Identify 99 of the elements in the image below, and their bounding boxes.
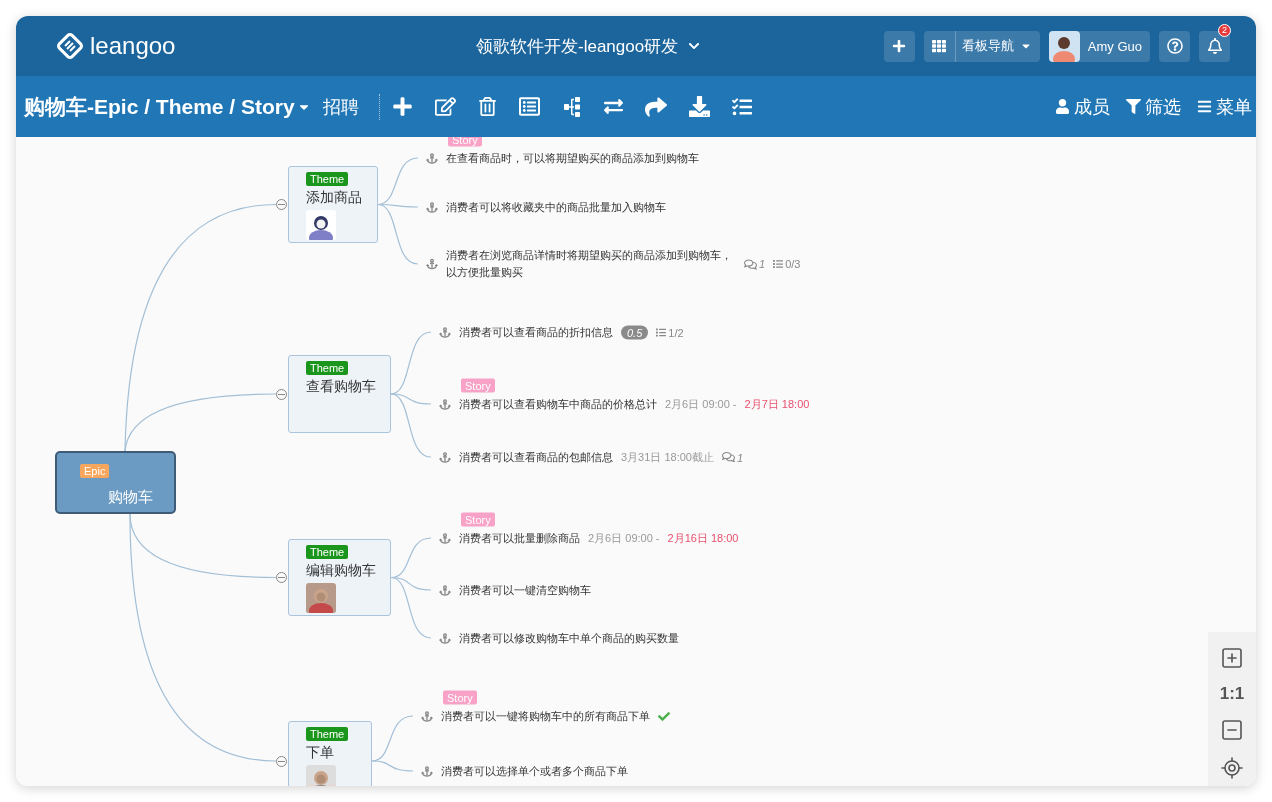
comment-count: 1 [759, 258, 766, 270]
theme-node[interactable]: Theme 下单 [288, 721, 372, 786]
collapse-toggle[interactable] [276, 572, 287, 583]
story-text: 消费者可以查看商品的折扣信息 [459, 324, 613, 340]
theme-tag: Theme [306, 172, 349, 186]
anchor-icon [439, 398, 451, 410]
plus-icon[interactable] [391, 96, 413, 117]
anchor-icon [426, 201, 438, 213]
locate-icon[interactable] [1220, 756, 1244, 780]
checklist-count: 1/2 [668, 326, 684, 338]
menu-button[interactable]: 菜单 [1197, 94, 1252, 119]
story-tag: Story [461, 378, 495, 393]
theme-node[interactable]: Theme 查看购物车 [288, 355, 391, 433]
chevron-icon[interactable] [688, 40, 701, 52]
story-row[interactable]: 消费者可以将收藏夹中的商品批量加入购物车 [426, 198, 666, 216]
theme-tag: Theme [306, 361, 349, 375]
notification-badge: 2 [1218, 23, 1231, 37]
add-button[interactable] [883, 30, 915, 62]
checklist-icon [656, 327, 667, 337]
start-date: 2月6日 09:00 - [665, 396, 737, 412]
story-tag: Story [443, 690, 477, 705]
help-icon [1166, 38, 1183, 54]
anchor-icon [439, 326, 451, 338]
story-text: 消费者可以一键将购物车中的所有商品下单 [441, 708, 650, 724]
theme-title: 下单 [306, 744, 334, 762]
anchor-icon [426, 152, 438, 164]
swap-icon[interactable] [603, 97, 623, 116]
theme-title: 编辑购物车 [306, 562, 376, 580]
theme-node[interactable]: Theme 添加商品 [288, 166, 378, 243]
zoom-ratio[interactable]: 1:1 [1219, 684, 1245, 704]
tree-icon[interactable] [561, 96, 582, 117]
theme-tag: Theme [306, 727, 349, 741]
due-date: 2月7日 18:00 [744, 396, 810, 412]
due-date: 2月16日 18:00 [667, 530, 739, 546]
user-button[interactable]: Amy Guo [1048, 30, 1150, 62]
anchor-icon [426, 258, 438, 270]
checklist-icon [773, 259, 784, 269]
zoom-out-icon[interactable] [1220, 718, 1244, 742]
story-row[interactable]: 消费者可以查看商品的包邮信息 3月31日 18:00截止 1 [439, 448, 744, 466]
story-text: 消费者可以修改购物车中单个商品的购买数量 [459, 630, 679, 646]
logo-icon [56, 32, 84, 60]
board-tag: 招聘 [322, 94, 359, 119]
logo-text: leangoo [90, 32, 176, 60]
filter-button[interactable]: 筛选 [1126, 94, 1181, 119]
share-icon[interactable] [644, 95, 667, 118]
checklist-icon[interactable] [731, 96, 752, 117]
story-text: 消费者可以选择单个或者多个商品下单 [441, 763, 628, 779]
board-nav-button[interactable]: 看板导航 [923, 30, 1040, 62]
grid-icon [932, 39, 947, 53]
checklist-count: 0/3 [785, 258, 801, 270]
anchor-icon [439, 584, 451, 596]
story-row[interactable]: 消费者可以修改购物车中单个商品的购买数量 [439, 629, 679, 647]
story-text: 在查看商品时，可以将期望购买的商品添加到购物车 [446, 150, 699, 166]
help-button[interactable] [1159, 30, 1190, 62]
theme-title: 查看购物车 [306, 378, 376, 396]
user-icon [1055, 99, 1070, 114]
start-date: 2月6日 09:00 - [588, 530, 660, 546]
story-text: 消费者在浏览商品详情时将期望购买的商品添加到购物车，以方便批量购买 [446, 248, 733, 280]
anchor-icon [439, 532, 451, 544]
members-button[interactable]: 成员 [1055, 94, 1110, 119]
bell-icon [1206, 38, 1223, 54]
story-text: 消费者可以批量删除商品 [459, 530, 580, 546]
theme-tag: Theme [306, 545, 349, 559]
story-tag: Story [461, 512, 495, 527]
story-text: 消费者可以查看商品的包邮信息 [459, 449, 613, 465]
theme-title: 添加商品 [306, 189, 362, 207]
theme-node[interactable]: Theme 编辑购物车 [288, 539, 391, 616]
collapse-toggle[interactable] [276, 199, 287, 210]
story-text: 消费者可以将收藏夹中的商品批量加入购物车 [446, 199, 666, 215]
collapse-toggle[interactable] [276, 755, 287, 767]
board-title[interactable]: 购物车-Epic / Theme / Story [24, 92, 295, 121]
story-text: 消费者可以查看购物车中商品的价格总计 [459, 396, 657, 412]
epic-title: 购物车 [108, 488, 153, 507]
avatar-icon [1048, 30, 1080, 62]
story-row[interactable]: 消费者可以选择单个或者多个商品下单 [421, 762, 628, 780]
comment-count: 1 [736, 451, 744, 463]
edit-icon[interactable] [434, 96, 456, 117]
project-title[interactable]: 领歌软件开发-leangoo研发 [476, 34, 679, 58]
epic-tag: Epic [80, 464, 110, 478]
story-row[interactable]: 消费者可以一键清空购物车 [439, 581, 591, 599]
anchor-icon [439, 632, 451, 644]
menu-icon [1197, 99, 1212, 114]
anchor-icon [421, 765, 433, 777]
comments-icon [721, 450, 735, 464]
trash-icon[interactable] [477, 97, 497, 116]
zoom-in-icon[interactable] [1220, 646, 1244, 670]
collapse-toggle[interactable] [276, 388, 287, 400]
story-row[interactable]: 消费者可以查看商品的折扣信息 0.5 1/2 [439, 323, 684, 341]
anchor-icon [421, 710, 433, 722]
deadline-date: 3月31日 18:00截止 [621, 449, 714, 465]
story-text: 消费者可以一键清空购物车 [459, 582, 591, 598]
download-icon[interactable] [688, 96, 710, 117]
comments-icon [744, 257, 757, 271]
estimate-value: 0.5 [621, 325, 649, 339]
anchor-icon [439, 451, 451, 463]
story-row[interactable]: 消费者在浏览商品详情时将期望购买的商品添加到购物车，以方便批量购买 1 0/3 [426, 247, 801, 281]
plus-icon [892, 39, 907, 53]
card-icon[interactable] [518, 96, 540, 117]
filter-icon [1126, 99, 1141, 114]
